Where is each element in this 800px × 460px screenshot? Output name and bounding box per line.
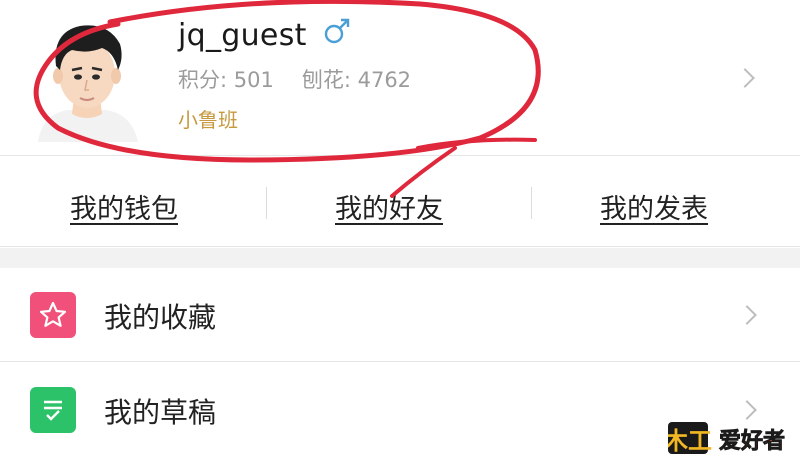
chevron-right-icon [737, 305, 757, 325]
profile-stats: 积分: 501 刨花: 4762 [178, 64, 439, 94]
quick-links: 我的钱包 我的好友 我的发表 [0, 157, 800, 247]
divider [266, 187, 267, 219]
chevron-right-icon [735, 68, 755, 88]
my-wallet-link[interactable]: 我的钱包 [70, 187, 178, 226]
watermark-logo: 木工 爱好者 [668, 422, 785, 455]
my-posts-link[interactable]: 我的发表 [600, 187, 708, 226]
section-gap [0, 248, 800, 268]
menu-item-label: 我的草稿 [104, 396, 217, 429]
chevron-right-icon [737, 400, 757, 420]
username: jq_guest [178, 18, 307, 53]
divider [531, 187, 532, 219]
svg-text:木工: 木工 [668, 427, 712, 455]
male-icon [324, 18, 350, 44]
star-icon [30, 292, 76, 338]
user-rank: 小鲁班 [178, 108, 238, 132]
menu-item-favorites[interactable]: 我的收藏 [0, 268, 800, 362]
my-friends-link[interactable]: 我的好友 [335, 187, 443, 226]
avatar[interactable] [28, 14, 146, 142]
shavings-stat: 刨花: 4762 [301, 68, 412, 92]
points-stat: 积分: 501 [178, 68, 274, 92]
menu-item-label: 我的收藏 [104, 301, 217, 334]
svg-text:爱好者: 爱好者 [719, 428, 785, 454]
profile-header[interactable]: jq_guest 积分: 501 刨花: 4762 小鲁班 [0, 0, 800, 156]
draft-list-icon [30, 387, 76, 433]
